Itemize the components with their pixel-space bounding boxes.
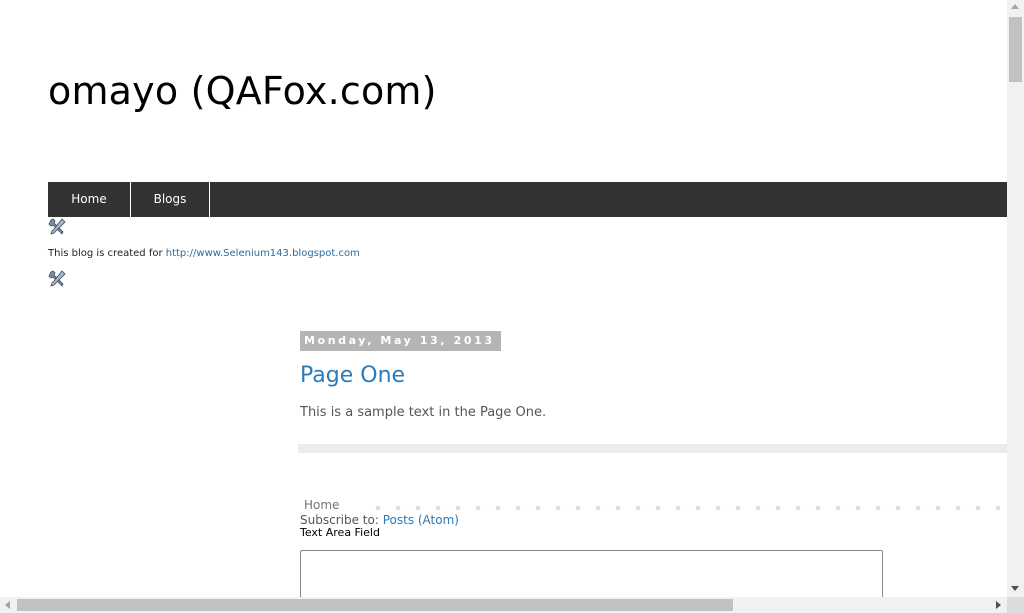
blog-created-text: This blog is created for http://www.Sele…	[48, 248, 360, 259]
scroll-down-arrow-icon[interactable]	[1011, 586, 1019, 591]
nav-tab-blogs[interactable]: Blogs	[131, 182, 210, 217]
footer-home-link[interactable]: Home	[304, 498, 339, 512]
post-body-text: This is a sample text in the Page One.	[300, 405, 547, 420]
subscribe-label: Subscribe to:	[300, 513, 383, 527]
post-date-header: Monday, May 13, 2013	[300, 331, 501, 351]
text-area-field[interactable]	[300, 550, 883, 597]
horizontal-scroll-thumb[interactable]	[17, 599, 733, 611]
created-label: This blog is created for	[48, 248, 166, 259]
scroll-right-arrow-icon[interactable]	[996, 601, 1001, 609]
posts-atom-link[interactable]: Posts (Atom)	[383, 513, 459, 527]
dotted-divider	[368, 506, 1007, 510]
tools-icon[interactable]	[48, 270, 66, 288]
vertical-scrollbar[interactable]	[1007, 0, 1024, 597]
scrollbar-corner	[1007, 597, 1024, 613]
tools-icon[interactable]	[48, 218, 66, 236]
nav-bar: Home Blogs	[48, 182, 1007, 217]
vertical-scroll-thumb[interactable]	[1009, 17, 1022, 82]
nav-tab-home[interactable]: Home	[48, 182, 131, 217]
textarea-label: Text Area Field	[300, 526, 380, 539]
scroll-up-arrow-icon[interactable]	[1011, 4, 1019, 9]
blog-title[interactable]: omayo (QAFox.com)	[48, 68, 437, 114]
subscribe-line: Subscribe to: Posts (Atom)	[300, 513, 459, 527]
page-viewport: omayo (QAFox.com) Home Blogs This blog i…	[0, 0, 1007, 597]
horizontal-scrollbar[interactable]	[0, 597, 1007, 613]
post-footer-divider	[298, 444, 1007, 453]
selenium-blog-link[interactable]: http://www.Selenium143.blogspot.com	[166, 248, 360, 259]
scroll-left-arrow-icon[interactable]	[5, 601, 10, 609]
post-title-link[interactable]: Page One	[300, 363, 405, 388]
